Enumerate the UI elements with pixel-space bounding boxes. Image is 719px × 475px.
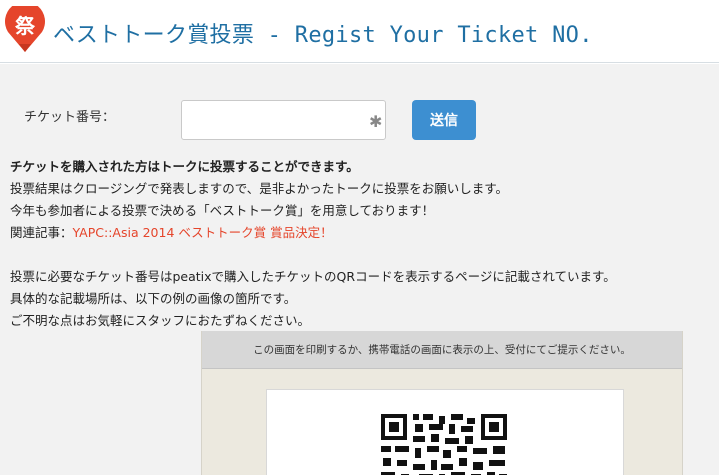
sample-ticket-image: この画面を印刷するか、携帯電話の画面に表示の上、受付にてご提示ください。 xyxy=(201,331,683,475)
ticket-number-label: チケット番号： xyxy=(24,110,116,125)
related-prefix: 関連記事： xyxy=(10,225,73,240)
info-lead: チケットを購入された方はトークに投票することができます。 xyxy=(10,159,359,174)
voting-info: チケットを購入された方はトークに投票することができます。 投票結果はクロージング… xyxy=(10,156,508,244)
logo-glyph: 祭 xyxy=(14,14,36,38)
ticket-number-input[interactable] xyxy=(181,100,386,140)
help-line: 具体的な記載場所は、以下の例の画像の箇所です。 xyxy=(10,291,297,306)
submit-button[interactable]: 送信 xyxy=(412,100,476,140)
page-title: ベストトーク賞投票 - Regist Your Ticket NO. xyxy=(53,23,593,48)
main-content: チケット番号： ✱ 送信 チケットを購入された方はトークに投票することができます… xyxy=(0,64,719,475)
ticket-number-help: 投票に必要なチケット番号はpeatixで購入したチケットのQRコードを表示するペ… xyxy=(10,266,616,332)
sample-banner-text: この画面を印刷するか、携帯電話の画面に表示の上、受付にてご提示ください。 xyxy=(202,331,682,369)
page-header: 祭 ベストトーク賞投票 - Regist Your Ticket NO. xyxy=(0,0,719,63)
help-line: 投票に必要なチケット番号はpeatixで購入したチケットのQRコードを表示するペ… xyxy=(10,269,616,284)
sample-ticket-card xyxy=(266,389,624,475)
info-line: 今年も参加者による投票で決める「ベストトーク賞」を用意しております！ xyxy=(10,203,435,218)
qr-code-icon xyxy=(379,412,509,475)
info-line: 投票結果はクロージングで発表しますので、是非よかったトークに投票をお願いします。 xyxy=(10,181,509,196)
related-article-row: 関連記事：YAPC::Asia 2014 ベストトーク賞 賞品決定！ xyxy=(10,222,508,244)
related-article-link[interactable]: YAPC::Asia 2014 ベストトーク賞 賞品決定！ xyxy=(73,225,333,240)
required-asterisk-icon: ✱ xyxy=(369,112,383,131)
help-line: ご不明な点はお気軽にスタッフにおたずねください。 xyxy=(10,313,311,328)
festival-fan-logo-icon[interactable]: 祭 xyxy=(4,6,46,54)
